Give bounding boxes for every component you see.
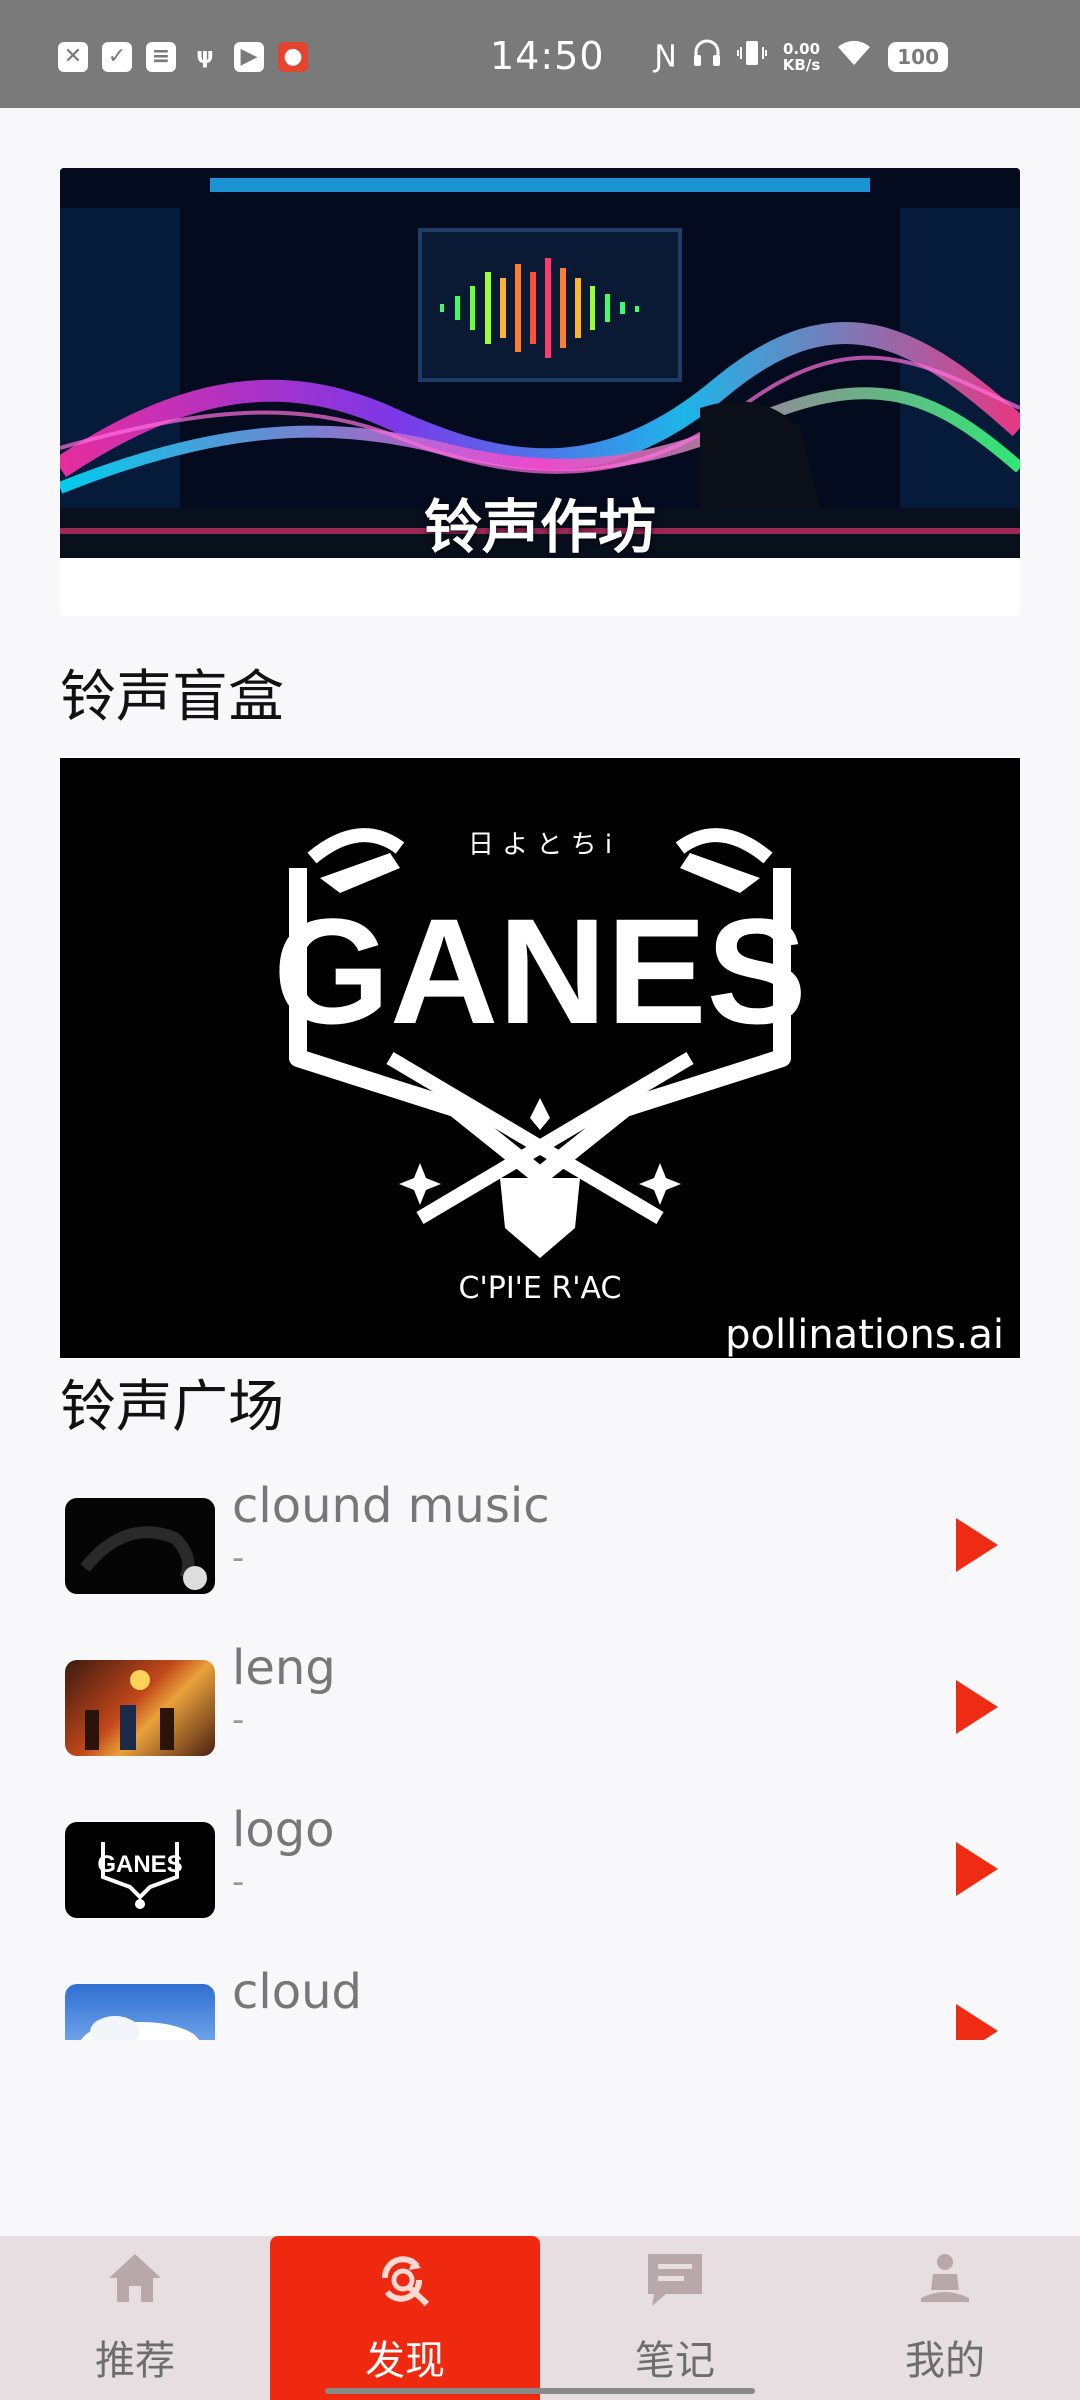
tab-label: 推荐	[95, 2338, 175, 2384]
tab-recommend[interactable]: 推荐	[0, 2236, 270, 2400]
image-watermark: pollinations.ai	[725, 1312, 1004, 1358]
home-indicator	[325, 2388, 755, 2394]
system-icons: Ɲ 0.00 KB/s 100	[654, 38, 948, 76]
discover-icon	[270, 2250, 540, 2314]
tab-label: 我的	[905, 2338, 985, 2384]
ringtone-title: clound music	[232, 1478, 550, 1534]
ringtone-title: logo	[232, 1802, 335, 1858]
usb-icon: ψ	[196, 44, 214, 69]
status-time: 14:50	[490, 34, 605, 78]
close-notification-icon: ✕	[58, 42, 88, 72]
ringtone-subtitle: -	[232, 1862, 245, 1902]
video-app-icon: ▶	[234, 42, 264, 72]
play-icon[interactable]	[956, 1680, 998, 1734]
ringtone-subtitle: -	[232, 2024, 244, 2040]
play-icon[interactable]	[956, 2004, 998, 2040]
profile-icon	[810, 2250, 1080, 2310]
network-speed-unit: KB/s	[782, 56, 821, 74]
nfc-icon: Ɲ	[654, 39, 677, 74]
play-icon[interactable]	[956, 1842, 998, 1896]
tab-profile[interactable]: 我的	[810, 2236, 1080, 2400]
battery-level: 100	[888, 42, 948, 72]
app-notification-icon: ●	[278, 42, 308, 72]
section-title-plaza: 铃声广场	[60, 1375, 284, 1440]
banner-card[interactable]: 铃声作坊	[60, 168, 1020, 616]
tab-notes[interactable]: 笔记	[540, 2236, 810, 2400]
home-icon	[0, 2250, 270, 2310]
section-title-blind-box: 铃声盲盒	[60, 665, 284, 730]
ringtone-subtitle: -	[232, 1700, 245, 1740]
logo-bottom-text: C'PI'E R'AC	[459, 1271, 622, 1306]
tab-label: 笔记	[635, 2338, 715, 2384]
ringtone-item[interactable]: leng -	[60, 1618, 1020, 1780]
ringtone-item[interactable]: clound music -	[60, 1456, 1020, 1618]
ringtone-item[interactable]: GANES logo -	[60, 1780, 1020, 1942]
network-speed: 0.00 KB/s	[783, 41, 820, 73]
bottom-tab-bar: 推荐 发现 笔记 我的	[0, 2236, 1080, 2400]
ringtone-title: leng	[232, 1640, 336, 1696]
notification-icons: ✕ ✓ ≡ ψ ▶ ●	[58, 42, 308, 72]
ringtone-subtitle: -	[232, 1538, 245, 1578]
ringtone-list[interactable]: clound music - leng - GANES logo - cloud…	[60, 1456, 1020, 2040]
banner-image: 铃声作坊	[60, 168, 1020, 558]
logo-top-text: 日 よ と ち i	[468, 830, 612, 860]
ringtone-thumbnail	[65, 1498, 215, 1594]
ringtone-thumbnail	[65, 1660, 215, 1756]
banner-caption: 铃声作坊	[423, 493, 656, 558]
logo-text: GANES	[273, 887, 806, 1055]
clipboard-check-icon: ✓	[102, 42, 132, 72]
tab-label: 发现	[365, 2338, 445, 2384]
svg-text:GANES: GANES	[97, 1851, 182, 1878]
ringtone-title: cloud	[232, 1964, 362, 2020]
usb-debug-icon: ≡	[146, 42, 176, 72]
note-icon	[540, 2250, 810, 2314]
play-icon[interactable]	[956, 1518, 998, 1572]
vibrate-icon	[736, 38, 767, 76]
ringtone-thumbnail: GANES	[65, 1822, 215, 1918]
blind-box-card[interactable]: GANES 日 よ と ち i C'PI'E R'AC pollinations…	[60, 758, 1020, 1358]
ganes-logo: GANES 日 よ と ち i C'PI'E R'AC	[273, 828, 807, 1306]
ringtone-item[interactable]: cloud -	[60, 1942, 1020, 2040]
headphones-icon	[693, 38, 721, 76]
ringtone-thumbnail	[65, 1984, 215, 2040]
status-bar: ✕ ✓ ≡ ψ ▶ ● 14:50 Ɲ 0.00 KB/s 100	[0, 0, 1080, 108]
tab-discover[interactable]: 发现	[270, 2236, 540, 2400]
wifi-icon	[836, 39, 872, 75]
